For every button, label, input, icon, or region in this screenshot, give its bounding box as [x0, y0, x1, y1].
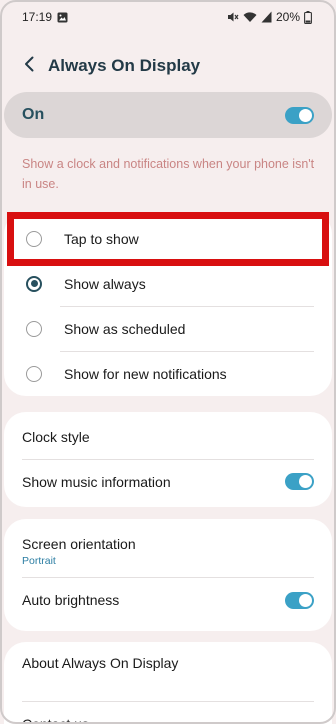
mute-icon [227, 11, 239, 23]
option-label: Show as scheduled [64, 320, 186, 337]
about-card: About Always On Display Contact us [4, 642, 332, 724]
radio-show-always[interactable] [26, 275, 42, 292]
display-mode-options: Tap to show Show always Show as schedule… [4, 212, 332, 396]
radio-show-for-new-notifications[interactable] [26, 365, 42, 382]
master-switch-label: On [22, 106, 45, 123]
back-chevron-icon [24, 56, 34, 77]
status-time: 17:19 [22, 10, 53, 24]
back-button[interactable] [20, 54, 38, 78]
option-label: Show always [64, 275, 146, 292]
display-settings-card: Screen orientation Portrait Auto brightn… [4, 519, 332, 631]
music-info-row[interactable]: Show music information [4, 459, 332, 504]
signal-icon [261, 11, 272, 23]
wifi-icon [243, 11, 257, 23]
contact-us-label: Contact us [22, 716, 89, 724]
auto-brightness-toggle[interactable] [285, 591, 314, 609]
option-tap-to-show[interactable]: Tap to show [4, 216, 332, 261]
clock-style-label: Clock style [22, 428, 90, 445]
music-info-toggle[interactable] [285, 473, 314, 490]
screen-orientation-label: Screen orientation [22, 535, 136, 552]
auto-brightness-label: Auto brightness [22, 592, 120, 608]
battery-percent: 20% [275, 10, 300, 24]
option-label: Tap to show [64, 230, 139, 247]
about-row[interactable]: About Always On Display [4, 642, 332, 684]
option-show-always[interactable]: Show always [4, 261, 332, 306]
divider [22, 701, 314, 702]
radio-show-as-scheduled[interactable] [26, 320, 42, 337]
auto-brightness-row[interactable]: Auto brightness [4, 577, 332, 623]
status-left: 17:19 [22, 10, 68, 24]
option-label: Show for new notifications [64, 365, 227, 382]
description-text: Show a clock and notifications when your… [22, 157, 315, 191]
radio-tap-to-show[interactable] [26, 230, 42, 247]
status-bar: 17:19 20% [0, 0, 336, 34]
page-title: Always On Display [48, 56, 201, 75]
option-show-for-new-notifications[interactable]: Show for new notifications [4, 351, 332, 396]
status-right: 20% [227, 10, 312, 24]
battery-icon [304, 10, 312, 24]
screen-orientation-text: Screen orientation Portrait [22, 536, 136, 567]
header: Always On Display [0, 46, 336, 86]
screen-orientation-value: Portrait [22, 554, 56, 567]
clock-style-row[interactable]: Clock style [4, 414, 332, 459]
contact-us-row[interactable]: Contact us [4, 714, 332, 724]
gallery-notification-icon [57, 12, 68, 23]
master-switch-row[interactable]: On [4, 92, 332, 138]
option-show-as-scheduled[interactable]: Show as scheduled [4, 306, 332, 351]
master-switch-toggle[interactable] [285, 106, 314, 124]
about-label: About Always On Display [22, 655, 179, 671]
clock-settings-card: Clock style Show music information [4, 412, 332, 507]
screen-orientation-row[interactable]: Screen orientation Portrait [4, 525, 332, 577]
music-info-label: Show music information [22, 473, 171, 490]
